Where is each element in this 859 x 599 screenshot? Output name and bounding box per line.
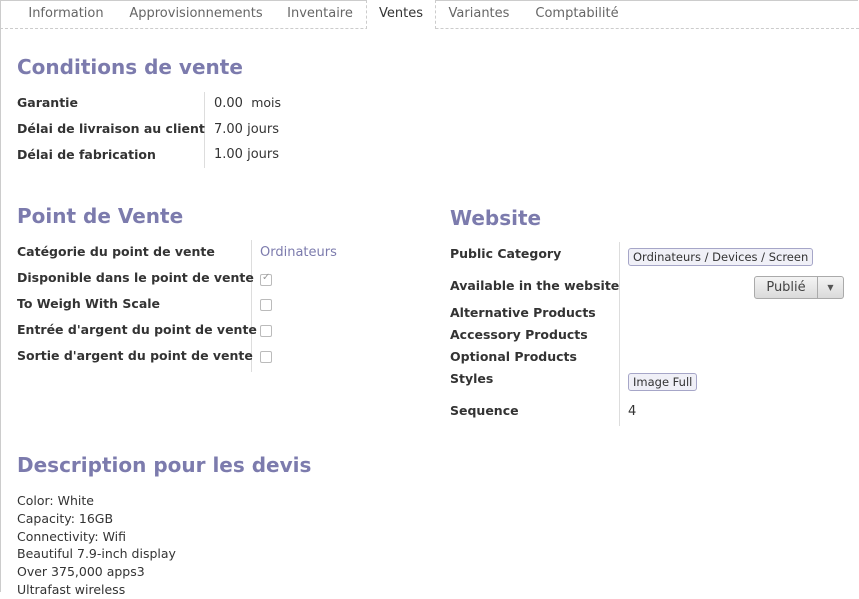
section-title-description: Description pour les devis (17, 453, 312, 477)
tab-inventaire[interactable]: Inventaire (278, 0, 362, 28)
label-accessory-products: Accessory Products (450, 327, 588, 342)
field-delai-fabrication[interactable]: 1.00 jours (214, 147, 279, 162)
tab-ventes[interactable]: Ventes (366, 0, 436, 29)
publish-button-group: Publié ▼ (754, 276, 844, 299)
unit-delai-livraison: jours (247, 122, 280, 137)
description-text[interactable]: Color: White Capacity: 16GB Connectivity… (17, 492, 176, 599)
tab-comptabilite[interactable]: Comptabilité (526, 0, 628, 28)
label-delai-livraison: Délai de livraison au client (17, 121, 205, 136)
label-available-in-website: Available in the website (450, 278, 620, 293)
label-alternative-products: Alternative Products (450, 305, 596, 320)
style-tag-image-full[interactable]: Image Full (628, 373, 698, 391)
publish-button[interactable]: Publié (755, 277, 818, 298)
checkbox-cash-in[interactable] (260, 325, 272, 337)
label-optional-products: Optional Products (450, 349, 577, 364)
label-styles: Styles (450, 371, 494, 386)
description-line: Capacity: 16GB (17, 510, 114, 526)
unit-garantie: mois (251, 95, 282, 110)
description-line: Beautiful 7.9-inch display (17, 546, 176, 562)
field-garantie[interactable]: 0.00 mois (214, 95, 281, 111)
value-delai-livraison: 7.00 (214, 122, 243, 137)
label-delai-fabrication: Délai de fabrication (17, 147, 156, 162)
public-category-tag[interactable]: Ordinateurs / Devices / Screen (628, 248, 814, 266)
field-separator (619, 242, 620, 426)
pos-category-link[interactable]: Ordinateurs (260, 245, 337, 260)
value-delai-fabrication: 1.00 (214, 147, 243, 162)
section-title-point-de-vente: Point de Vente (17, 204, 184, 228)
tab-approvisionnements[interactable]: Approvisionnements (120, 0, 272, 28)
checkbox-cash-out[interactable] (260, 351, 272, 363)
description-line: Over 375,000 apps3 (17, 564, 145, 580)
label-to-weigh: To Weigh With Scale (17, 296, 161, 311)
notebook-tabs: Information Approvisionnements Inventair… (0, 0, 859, 29)
checkbox-to-weigh[interactable] (260, 299, 272, 311)
caret-down-icon[interactable]: ▼ (818, 277, 843, 298)
value-garantie: 0.00 (214, 96, 243, 111)
label-garantie: Garantie (17, 95, 78, 110)
label-pos-category: Catégorie du point de vente (17, 244, 215, 259)
label-cash-out: Sortie d'argent du point de vente (17, 348, 253, 363)
section-title-conditions: Conditions de vente (17, 55, 243, 79)
tab-information[interactable]: Information (18, 0, 114, 28)
label-sequence: Sequence (450, 403, 519, 418)
tab-variantes[interactable]: Variantes (438, 0, 520, 28)
field-delai-livraison[interactable]: 7.00 jours (214, 122, 279, 137)
description-line: Ultrafast wireless (17, 581, 126, 597)
label-cash-in: Entrée d'argent du point de vente (17, 322, 257, 337)
label-available-in-pos: Disponible dans le point de vente (17, 270, 254, 285)
field-sequence[interactable]: 4 (628, 404, 636, 419)
checkbox-available-in-pos[interactable] (260, 272, 272, 286)
unit-delai-fabrication: jours (247, 147, 280, 162)
description-line: Connectivity: Wifi (17, 528, 127, 544)
section-title-website: Website (450, 206, 542, 230)
description-line: Color: White (17, 493, 94, 508)
label-public-category: Public Category (450, 246, 562, 261)
